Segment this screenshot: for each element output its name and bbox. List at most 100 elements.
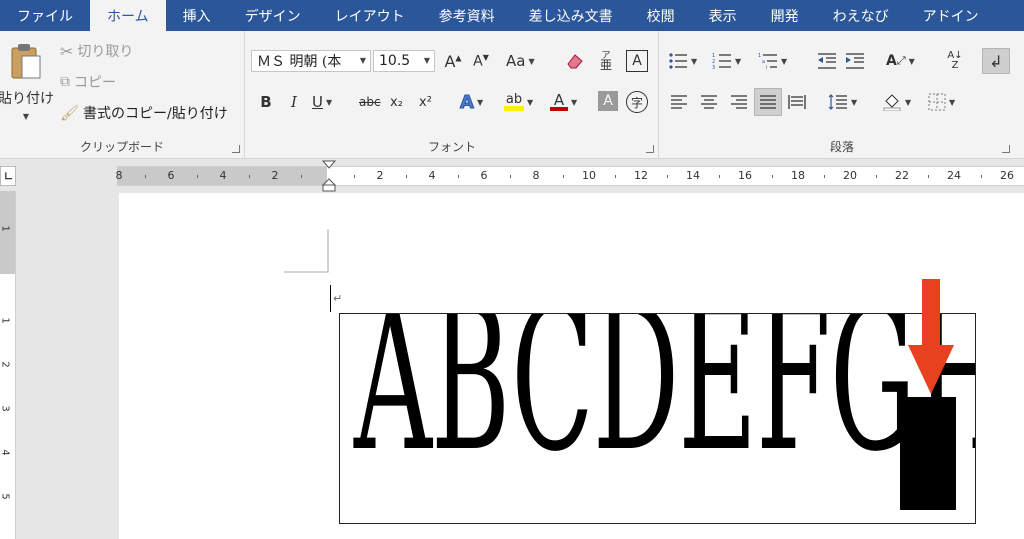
font-size-select[interactable]: 10.5 ▼ [373, 50, 435, 72]
justify-button[interactable] [754, 88, 782, 116]
svg-text:a: a [762, 59, 765, 65]
tab-addins[interactable]: アドイン [906, 0, 996, 31]
superscript-button[interactable]: x² [419, 91, 432, 113]
chevron-down-icon: ▼ [528, 56, 535, 66]
document-text[interactable]: ABCDEFGH [354, 314, 975, 480]
tab-design[interactable]: デザイン [228, 0, 318, 31]
format-painter-button[interactable]: 🖌 書式のコピー/貼り付け [60, 101, 228, 125]
decrease-indent-icon [818, 53, 836, 69]
distributed-button[interactable] [786, 91, 808, 113]
ruler-tick [667, 175, 668, 178]
font-color-button[interactable]: A ▼ [550, 91, 577, 113]
subscript-button[interactable]: x₂ [390, 91, 403, 113]
text-box[interactable]: ABCDEFGH [339, 313, 976, 524]
multilevel-list-button[interactable]: 1 a i ▼ [758, 50, 787, 72]
tab-review[interactable]: 校閲 [630, 0, 692, 31]
multilevel-list-icon: 1ai [758, 53, 777, 70]
copy-icon: ⧉ [60, 74, 70, 90]
chevron-down-icon: ▼ [908, 56, 915, 66]
clear-formatting-button[interactable] [564, 50, 586, 72]
cut-button[interactable]: ✂ 切り取り [60, 39, 133, 63]
text-direction-icon: A [886, 53, 897, 69]
bold-button[interactable]: B [256, 91, 276, 113]
change-case-button[interactable]: Aa ▼ [506, 50, 535, 72]
align-right-button[interactable] [728, 91, 750, 113]
bullets-button[interactable]: ▼ [668, 50, 697, 72]
block-cursor [900, 397, 956, 510]
chevron-down-icon: ▼ [359, 56, 366, 65]
clipboard-launcher-icon[interactable] [232, 145, 240, 153]
paste-button[interactable]: 貼り付け ▼ [0, 37, 54, 125]
tab-selector-button[interactable]: ∟ [0, 166, 16, 186]
strikethrough-button[interactable]: abc [359, 91, 381, 113]
paragraph-launcher-icon[interactable] [1002, 145, 1010, 153]
tab-waenavi[interactable]: わえなび [816, 0, 906, 31]
shading-button[interactable]: ▼ [882, 91, 911, 113]
font-launcher-icon[interactable] [646, 145, 654, 153]
ruler-label: 6 [480, 169, 488, 182]
ruler-label: 26 [1000, 169, 1014, 182]
increase-indent-button[interactable] [844, 50, 866, 72]
enclose-characters-button[interactable]: 字 [626, 91, 648, 113]
copy-button[interactable]: ⧉ コピー [60, 70, 116, 94]
ruler-tick [197, 175, 198, 178]
text-direction-arrow: ⤢ [896, 54, 906, 67]
show-formatting-marks-button[interactable]: ↲ [982, 48, 1010, 74]
numbering-button[interactable]: 1 2 3 ▼ [712, 50, 741, 72]
text-effects-icon: A [460, 91, 475, 113]
sort-icon-z: Z [951, 60, 959, 71]
borders-icon [928, 93, 946, 111]
borders-button[interactable]: ▼ [928, 91, 955, 113]
shrink-font-button[interactable]: A▼ [470, 50, 492, 72]
chevron-down-icon: ▼ [949, 97, 956, 107]
text-cursor [330, 285, 331, 312]
indent-marker-icon[interactable] [322, 160, 336, 192]
increase-indent-icon [846, 53, 864, 69]
phonetic-guide-button[interactable]: ア亜 [596, 50, 616, 72]
text-direction-button[interactable]: A ⤢ ▼ [886, 50, 915, 72]
paste-label: 貼り付け [0, 90, 54, 107]
vertical-ruler[interactable]: 1 1 2 3 4 5 [0, 191, 16, 539]
grow-font-button[interactable]: A▲ [442, 50, 464, 72]
phonetic-icon-base: 亜 [599, 58, 612, 72]
tab-layout[interactable]: レイアウト [318, 0, 422, 31]
tab-developer[interactable]: 開発 [754, 0, 816, 31]
character-border-button[interactable]: A [626, 50, 648, 72]
align-center-button[interactable] [698, 91, 720, 113]
decrease-indent-button[interactable] [816, 50, 838, 72]
cut-label: 切り取り [77, 44, 134, 60]
tab-references[interactable]: 参考資料 [422, 0, 512, 31]
margin-corner-mark [284, 229, 329, 273]
vertical-ruler-label: 5 [0, 493, 11, 500]
line-spacing-button[interactable]: ▼ [828, 91, 857, 113]
ribbon-tab-bar: ファイル ホーム 挿入 デザイン レイアウト 参考資料 差し込み文書 校閲 表示… [0, 0, 1024, 31]
distributed-icon [788, 95, 806, 109]
underline-button[interactable]: U ▼ [312, 91, 332, 113]
justify-icon [760, 95, 776, 109]
ruler-strip: 8 6 4 2 2 4 6 8 10 12 14 16 18 20 22 24 … [116, 166, 1024, 186]
horizontal-ruler[interactable]: 8 6 4 2 2 4 6 8 10 12 14 16 18 20 22 24 … [0, 160, 1024, 192]
ruler-label: 2 [271, 169, 279, 182]
highlight-button[interactable]: ab ▼ [504, 91, 533, 113]
tab-insert[interactable]: 挿入 [166, 0, 228, 31]
tab-mailings[interactable]: 差し込み文書 [512, 0, 630, 31]
text-effects-button[interactable]: A ▼ [460, 91, 484, 113]
italic-button[interactable]: I [284, 91, 304, 113]
ruler-tick [876, 175, 877, 178]
tab-view[interactable]: 表示 [692, 0, 754, 31]
vertical-ruler-label: 3 [0, 405, 11, 412]
ruler-label: 20 [843, 169, 857, 182]
character-shading-button[interactable]: A [598, 91, 618, 111]
ruler-label: 10 [582, 169, 596, 182]
shrink-font-icon: A▼ [473, 52, 489, 70]
tab-home[interactable]: ホーム [90, 0, 166, 31]
ruler-label: 18 [791, 169, 805, 182]
sort-button[interactable]: A↓ Z [944, 50, 966, 72]
ruler-tick [458, 175, 459, 178]
ruler-tick [719, 175, 720, 178]
align-left-button[interactable] [668, 91, 690, 113]
font-name-select[interactable]: ＭＳ 明朝 (本 ▼ [251, 50, 371, 72]
word-window: ファイル ホーム 挿入 デザイン レイアウト 参考資料 差し込み文書 校閲 表示… [0, 0, 1024, 539]
tab-file[interactable]: ファイル [0, 0, 90, 31]
red-arrow-icon [908, 279, 954, 394]
